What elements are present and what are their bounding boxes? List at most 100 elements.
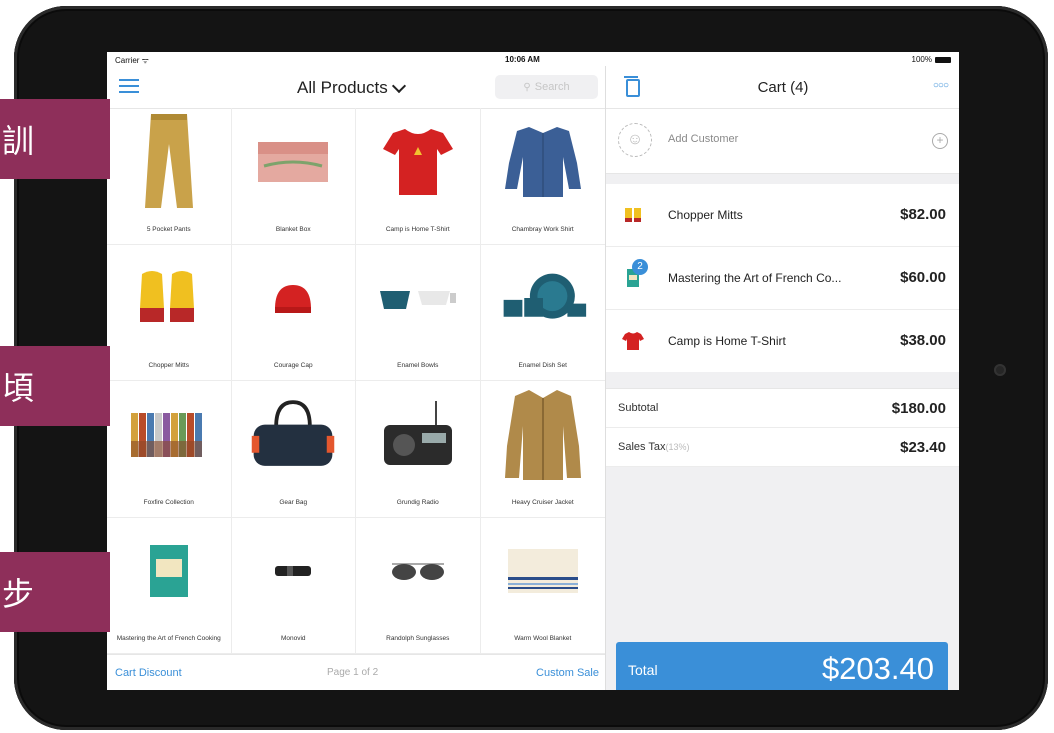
sunglasses-icon: [373, 526, 463, 616]
cart-item[interactable]: 2 Mastering the Art of French Co... $60.…: [606, 247, 959, 310]
person-icon: ☺: [618, 123, 652, 157]
product-tile[interactable]: Monovid: [231, 517, 356, 654]
subtotal-value: $180.00: [891, 400, 946, 417]
status-bar: Carrier ᯤ 10:06 AM 100%: [107, 52, 959, 66]
more-icon[interactable]: ○○○: [933, 80, 949, 91]
total-label: Total: [628, 662, 658, 678]
product-label: Camp is Home T-Shirt: [385, 225, 450, 233]
monocular-icon: [248, 526, 338, 616]
total-value: $203.40: [821, 651, 934, 686]
cart-item-price: $38.00: [900, 332, 946, 349]
product-tile[interactable]: Heavy Cruiser Jacket: [480, 381, 605, 518]
tshirt-icon: [373, 116, 463, 206]
product-label: Enamel Dish Set: [518, 362, 567, 369]
product-tile[interactable]: Foxfire Collection: [107, 381, 232, 518]
product-label: 5 Pocket Pants: [146, 225, 191, 233]
products-footer: Cart Discount Page 1 of 2 Custom Sale: [107, 654, 605, 690]
category-title: All Products: [297, 78, 388, 97]
bowls-icon: [373, 253, 463, 343]
cart-item-name: Mastering the Art of French Co...: [668, 271, 842, 285]
side-tab[interactable]: 步: [0, 552, 110, 632]
charge-total-button[interactable]: Total $203.40: [616, 642, 948, 690]
product-tile[interactable]: Enamel Dish Set: [480, 245, 605, 381]
book-icon: [124, 526, 214, 616]
chevron-down-icon: [391, 78, 406, 93]
mitts-icon: [622, 204, 644, 226]
side-tab[interactable]: 頃: [0, 346, 110, 426]
product-tile[interactable]: Camp is Home T-Shirt: [356, 108, 481, 245]
menu-icon[interactable]: [119, 79, 139, 95]
subtotal-row: Subtotal $180.00: [606, 389, 959, 428]
box-icon: [248, 116, 338, 206]
sales-tax-row[interactable]: Sales Tax(13%) $23.40: [606, 428, 959, 467]
battery-percent: 100%: [911, 55, 932, 64]
bag-icon: [248, 389, 338, 479]
cart-item-name: Camp is Home T-Shirt: [668, 334, 786, 348]
sales-tax-text: Sales Tax: [618, 441, 666, 453]
add-customer-row[interactable]: ☺ Add Customer +: [606, 109, 959, 174]
page-indicator: Page 1 of 2: [327, 667, 379, 678]
plus-icon[interactable]: +: [932, 133, 948, 149]
cart-item-name: Chopper Mitts: [668, 208, 743, 222]
products-nav-bar: All Products ⚲ Search: [107, 66, 605, 109]
shirt-icon: [498, 116, 588, 206]
battery-icon: [935, 56, 951, 63]
sales-tax-label: Sales Tax(13%): [618, 441, 690, 453]
dishes-icon: [498, 253, 588, 343]
cap-icon: [248, 253, 338, 343]
product-tile[interactable]: Mastering the Art of French Cooking: [107, 517, 232, 654]
product-label: Chambray Work Shirt: [511, 225, 574, 233]
product-label: Gear Bag: [279, 498, 308, 506]
custom-sale-button[interactable]: Custom Sale: [536, 667, 599, 679]
category-dropdown[interactable]: All Products: [297, 78, 406, 98]
search-input[interactable]: ⚲ Search: [495, 75, 598, 99]
carrier-label: Carrier ᯤ: [115, 56, 149, 65]
product-label: Monovid: [280, 635, 306, 642]
jacket-icon: [498, 389, 588, 480]
product-label: Courage Cap: [273, 362, 313, 369]
search-placeholder: Search: [534, 81, 570, 93]
product-tile[interactable]: 5 Pocket Pants: [107, 108, 232, 245]
product-label: Grundig Radio: [396, 498, 439, 506]
tax-rate: (13%): [665, 442, 690, 452]
product-tile[interactable]: Randolph Sunglasses: [356, 517, 481, 654]
product-tile[interactable]: Warm Wool Blanket: [480, 518, 605, 654]
product-tile[interactable]: Chopper Mitts: [107, 244, 232, 381]
product-tile[interactable]: Chambray Work Shirt: [480, 108, 605, 245]
tshirt-icon: [622, 330, 644, 352]
blanket-icon: [498, 526, 588, 616]
cart-item[interactable]: Camp is Home T-Shirt $38.00: [606, 310, 959, 372]
subtotal-label: Subtotal: [618, 402, 659, 414]
cart-item[interactable]: Chopper Mitts $82.00: [606, 184, 959, 247]
cart-pane: Cart (4) ○○○ ☺ Add Customer + Chopper Mi…: [605, 66, 959, 690]
product-tile[interactable]: Grundig Radio: [356, 381, 481, 518]
battery-indicator: 100%: [912, 55, 951, 64]
product-tile[interactable]: Gear Bag: [231, 381, 356, 518]
product-label: Warm Wool Blanket: [514, 635, 572, 642]
cart-discount-button[interactable]: Cart Discount: [115, 667, 182, 679]
product-tile[interactable]: Enamel Bowls: [356, 244, 481, 381]
product-label: Heavy Cruiser Jacket: [511, 498, 574, 506]
quantity-badge: 2: [632, 259, 648, 275]
side-tab[interactable]: 訓: [0, 99, 110, 179]
product-label: Randolph Sunglasses: [386, 635, 450, 642]
search-icon: ⚲: [523, 82, 531, 93]
totals-section: Subtotal $180.00 Sales Tax(13%) $23.40: [606, 388, 959, 467]
product-label: Foxfire Collection: [143, 498, 194, 506]
clock: 10:06 AM: [505, 55, 540, 64]
product-label: Mastering the Art of French Cooking: [116, 635, 221, 642]
product-tile[interactable]: Blanket Box: [231, 108, 356, 245]
products-pane: All Products ⚲ Search 5 Pocket Pants Blan…: [107, 66, 605, 690]
cart-header: Cart (4) ○○○: [606, 66, 959, 109]
books-icon: [124, 389, 214, 479]
cart-item-price: $82.00: [900, 206, 946, 223]
pants-icon: [124, 114, 214, 208]
product-label: Chopper Mitts: [148, 362, 189, 369]
product-tile[interactable]: Courage Cap: [231, 244, 356, 381]
camera-dot: [994, 364, 1006, 376]
cart-items: Chopper Mitts $82.00 2 Mastering the Art…: [606, 184, 959, 372]
product-grid: 5 Pocket Pants Blanket Box Camp is Home …: [107, 108, 605, 654]
sales-tax-value: $23.40: [900, 439, 946, 456]
pos-screen: Carrier ᯤ 10:06 AM 100% All Products ⚲ Se…: [107, 52, 959, 690]
radio-icon: [373, 389, 463, 479]
